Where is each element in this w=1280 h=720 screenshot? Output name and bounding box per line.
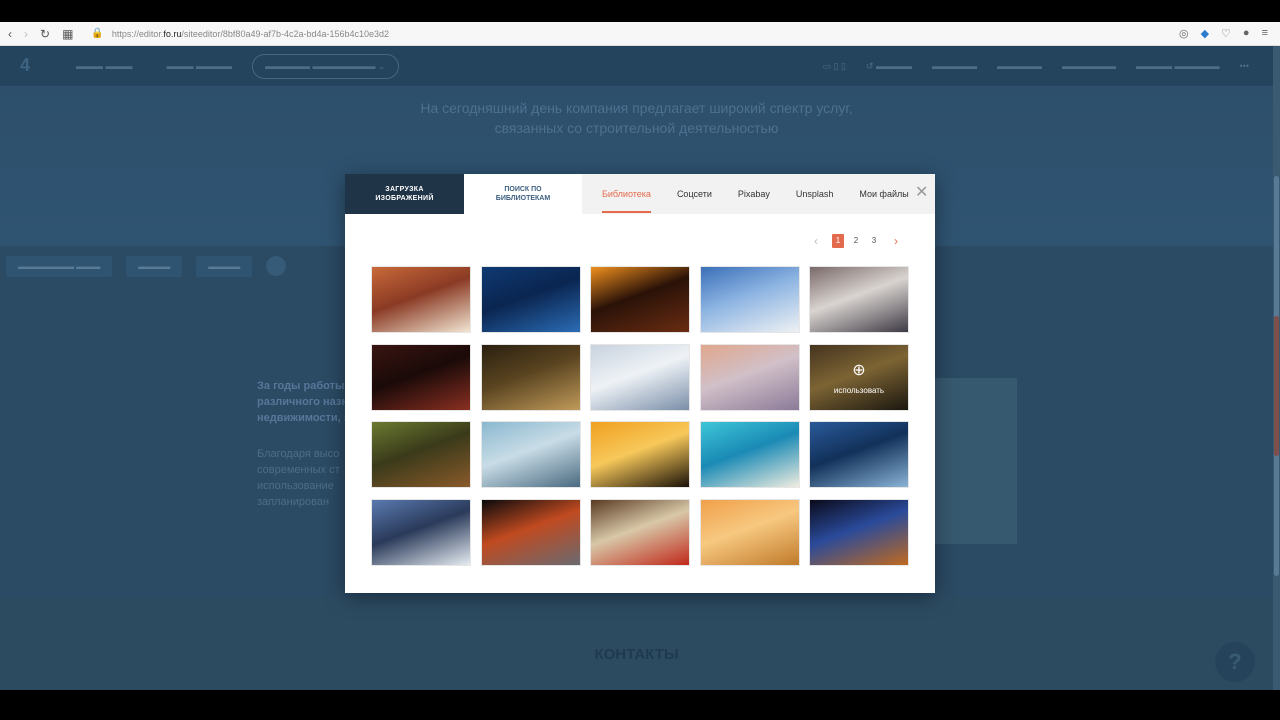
menu-icon[interactable]: ≡ [1262,27,1268,40]
scrollbar-accent [1274,316,1279,456]
page-1[interactable]: 1 [832,234,844,248]
url-suffix: /siteeditor/8bf80a49-af7b-4c2a-bd4a-156b… [181,28,390,39]
header-right-items: ▭ ▯ ▯ ↺ ▬▬▬▬ ▬▬▬▬▬ ▬▬▬▬▬ ▬▬▬▬▬▬ ▬▬▬▬ ▬▬▬… [823,61,1273,72]
page-2[interactable]: 2 [850,234,862,248]
image-grid: ⊕ использовать [371,266,909,566]
undo-button[interactable]: ↺ ▬▬▬▬ [866,61,912,72]
image-picker-modal: ЗАГРУЗКА ИЗОБРАЖЕНИЙ ПОИСК ПО БИБЛИОТЕКА… [345,174,935,593]
close-icon[interactable]: ✕ [915,185,928,201]
hero-text-line-1: На сегодняшний день компания предлагает … [420,100,853,116]
tab-upload-images[interactable]: ЗАГРУЗКА ИЗОБРАЖЕНИЙ [345,174,464,214]
camera-icon[interactable]: ◎ [1179,27,1189,40]
white-dog-image[interactable] [699,266,800,333]
header-item-2[interactable]: ▬▬▬ ▬▬▬▬ [167,61,233,71]
screen-top-bar [0,0,1280,22]
content-text-normal: Благодаря высо современных ст использова… [257,448,340,508]
browser-actions: ◎ ◆ ♡ ● ≡ [1179,27,1280,40]
block-tool-2[interactable]: ▬▬▬▬ [126,255,183,277]
footer-strip [0,598,1273,690]
device-icons[interactable]: ▭ ▯ ▯ [823,61,846,72]
smoke-match-image[interactable] [480,498,581,566]
block-tool-1[interactable]: ▬▬▬▬▬▬▬ ▬▬▬ [6,255,113,277]
publish-button[interactable]: ▬▬▬▬▬▬ [1062,61,1116,72]
back-icon[interactable]: ‹ [8,27,12,41]
header-outline-button[interactable]: ▬▬▬▬▬ ▬▬▬▬▬▬▬ ⌄ [252,53,399,79]
modal-tabs: ЗАГРУЗКА ИЗОБРАЖЕНИЙ ПОИСК ПО БИБЛИОТЕКА… [345,174,935,214]
subtab-library[interactable]: Библиотека [602,174,651,214]
forward-icon[interactable]: › [24,27,28,41]
pagination: ‹ 1 2 3 › [803,234,909,248]
editor-header: 4 ▬▬▬ ▬▬▬ ▬▬▬ ▬▬▬▬ ▬▬▬▬▬ ▬▬▬▬▬▬▬ ⌄ ▭ ▯ ▯… [0,46,1273,86]
next-page-icon[interactable]: › [883,234,909,248]
tab-search-libraries[interactable]: ПОИСК ПО БИБЛИОТЕКАМ [464,174,582,214]
url-domain: fo.ru [163,28,182,39]
acacia-sunset-image[interactable] [590,421,690,488]
beach-image[interactable] [699,421,800,488]
header-item-1[interactable]: ▬▬▬ ▬▬▬ [76,61,133,71]
zoom-icon[interactable]: ⊕ [852,360,865,380]
old-man-image[interactable] [371,343,471,411]
heart-icon[interactable]: ♡ [1221,27,1231,40]
bridge-night-image[interactable]: ⊕ использовать [809,343,909,411]
help-button[interactable]: ? [1215,642,1255,682]
preview-button[interactable]: ▬▬▬▬▬ [932,61,977,72]
prev-page-icon[interactable]: ‹ [803,234,829,248]
hero-text-line-2: связанных со строительной деятельностью [494,120,779,136]
reload-icon[interactable]: ↻ [40,27,50,41]
general-settings-button[interactable]: ▬▬▬▬ ▬▬▬▬▬ [1136,61,1220,72]
logo-icon: 4 [20,55,31,75]
browser-nav: ‹ › ↻ ▦ [0,27,73,41]
lake-sunset-image[interactable] [699,343,800,411]
block-tool-dot[interactable] [266,256,287,276]
url-field[interactable]: https://editor.fo.ru/siteeditor/8bf80a49… [112,29,389,39]
contacts-heading: КОНТАКТЫ [594,646,679,663]
pier-image[interactable] [480,421,581,488]
browser-address-bar: ‹ › ↻ ▦ 🔒 https://editor.fo.ru/siteedito… [0,22,1280,46]
city-bridge-night-image[interactable] [809,498,909,566]
library-subtabs: Библиотека Соцсети Pixabay Unsplash Мои … [582,174,935,214]
mountain-image[interactable] [371,498,471,566]
subtab-pixabay[interactable]: Pixabay [738,174,770,214]
extension-icon[interactable]: ◆ [1201,27,1209,40]
fire-ice-image[interactable] [590,266,690,333]
lighthouse-image[interactable] [480,266,581,333]
image-hover-overlay[interactable]: ⊕ использовать [810,344,908,410]
boat-sunset-image[interactable] [699,498,800,566]
save-button[interactable]: ▬▬▬▬▬ [997,61,1042,72]
url-prefix: https://editor. [111,28,164,39]
castle-image[interactable] [809,266,909,333]
subtab-unsplash[interactable]: Unsplash [796,174,834,214]
block-tool-3[interactable]: ▬▬▬▬ [196,255,253,277]
screen-bottom-bar [0,690,1280,720]
more-icon[interactable]: ••• [1240,61,1249,72]
content-image-placeholder [935,378,1017,544]
wine-bottles-image[interactable] [480,343,581,411]
content-text: За годы работы с различного назн недвижи… [257,378,357,510]
subtab-my-files[interactable]: Мои файлы [859,174,908,214]
grid-icon[interactable]: ▦ [62,27,73,41]
profile-icon[interactable]: ● [1243,27,1250,40]
page-3[interactable]: 3 [868,234,880,248]
owl-image[interactable] [371,421,471,488]
tomatoes-board-image[interactable] [590,498,690,566]
scrollbar[interactable] [1273,46,1280,690]
content-text-bold: За годы работы с различного назн недвижи… [257,380,354,424]
use-image-button[interactable]: использовать [834,386,884,395]
sausage-image[interactable] [371,266,471,333]
subtab-social[interactable]: Соцсети [677,174,712,214]
fish-image[interactable] [809,421,909,488]
lock-icon: 🔒 [91,28,104,39]
snow-skier-image[interactable] [590,343,690,411]
